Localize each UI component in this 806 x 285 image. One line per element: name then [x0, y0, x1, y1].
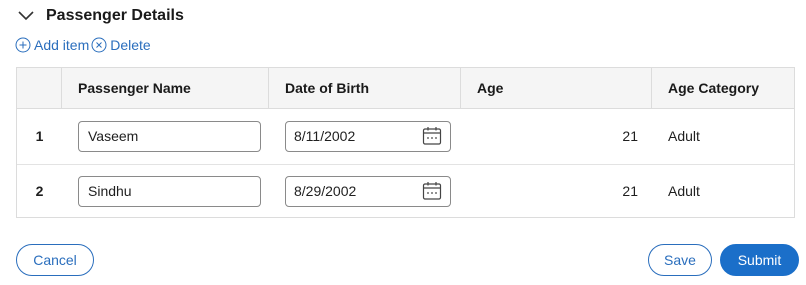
chevron-down-icon[interactable]: [16, 6, 36, 26]
submit-button[interactable]: Submit: [720, 244, 799, 276]
date-of-birth-input[interactable]: 8/29/2002: [285, 175, 451, 207]
age-cell: 21: [622, 128, 638, 144]
name-cell: Vaseem: [62, 108, 269, 164]
add-item-label: Add item: [34, 37, 90, 53]
date-of-birth-value: 8/11/2002: [294, 128, 356, 144]
date-of-birth-input[interactable]: 8/11/2002: [285, 120, 451, 152]
calendar-icon[interactable]: [422, 126, 442, 146]
plus-circle-icon: [15, 37, 31, 53]
table-row: 1 Vaseem 8/11/2002 21 Adult: [17, 108, 794, 165]
row-index: 2: [35, 183, 44, 199]
date-of-birth-value: 8/29/2002: [294, 183, 357, 199]
age-category-cell: Adult: [668, 128, 700, 144]
passenger-table: Passenger Name Date of Birth Age Age Cat…: [16, 67, 795, 218]
row-index: 1: [35, 128, 44, 144]
column-header-age[interactable]: Age: [461, 68, 652, 108]
column-header-index: [17, 68, 62, 108]
grid-actions: Add item Delete: [15, 37, 151, 53]
age-category-cell: Adult: [668, 183, 700, 199]
calendar-icon[interactable]: [422, 181, 442, 201]
dob-cell: 8/11/2002: [269, 108, 461, 164]
column-header-passenger-name[interactable]: Passenger Name: [62, 68, 269, 108]
name-cell: Sindhu: [62, 164, 269, 218]
delete-label: Delete: [110, 37, 151, 53]
passenger-name-input[interactable]: Sindhu: [78, 175, 261, 207]
cancel-button[interactable]: Cancel: [16, 244, 94, 276]
section-header: Passenger Details: [16, 4, 184, 28]
column-header-date-of-birth[interactable]: Date of Birth: [269, 68, 461, 108]
table-row: 2 Sindhu 8/29/2002 21 Adult: [17, 164, 794, 218]
age-cell: 21: [622, 183, 638, 199]
table-header-row: Passenger Name Date of Birth Age Age Cat…: [17, 68, 794, 109]
column-header-age-category[interactable]: Age Category: [652, 68, 794, 108]
dob-cell: 8/29/2002: [269, 164, 461, 218]
add-item-button[interactable]: Add item: [15, 37, 89, 53]
close-circle-icon: [91, 37, 107, 53]
save-button[interactable]: Save: [648, 244, 712, 276]
delete-button[interactable]: Delete: [91, 37, 151, 53]
section-title: Passenger Details: [46, 7, 184, 24]
passenger-name-input[interactable]: Vaseem: [78, 120, 261, 152]
